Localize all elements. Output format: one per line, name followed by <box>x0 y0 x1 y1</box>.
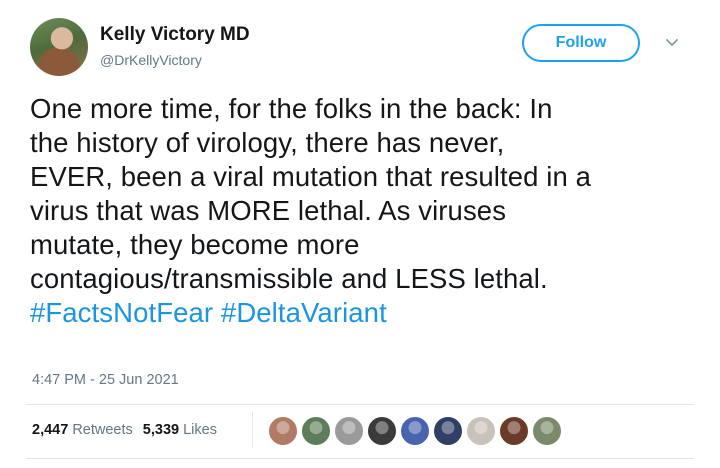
likes-label: Likes <box>183 422 217 438</box>
avatar-7-liker[interactable] <box>466 416 496 446</box>
divider <box>26 404 694 405</box>
retweets-stat[interactable]: 2,447 Retweets <box>32 422 133 438</box>
avatar-8-liker[interactable] <box>499 416 529 446</box>
retweets-label: Retweets <box>72 422 133 438</box>
author-name[interactable]: Kelly Victory MD <box>100 24 250 46</box>
avatar-9-liker[interactable] <box>532 416 562 446</box>
tweet-line: virus that was MORE lethal. As viruses <box>30 195 507 226</box>
hashtag-link[interactable]: #DeltaVariant <box>221 297 387 328</box>
avatar-6-liker[interactable] <box>433 416 463 446</box>
avatar-4-liker[interactable] <box>367 416 397 446</box>
avatar-2-liker[interactable] <box>301 416 331 446</box>
tweet-timestamp[interactable]: 4:47 PM - 25 Jun 2021 <box>32 372 179 388</box>
avatar-5-liker[interactable] <box>400 416 430 446</box>
tweet-line: EVER, been a viral mutation that resulte… <box>30 161 592 192</box>
tweet-line: the history of virology, there has never… <box>30 127 505 158</box>
liker-avatars <box>268 416 562 446</box>
stats-separator <box>252 412 253 448</box>
follow-button[interactable]: Follow <box>522 24 640 62</box>
tweet-text: One more time, for the folks in the back… <box>30 92 700 330</box>
author-handle[interactable]: @DrKellyVictory <box>100 52 202 68</box>
hashtag-link[interactable]: #FactsNotFear <box>30 297 213 328</box>
likes-stat[interactable]: 5,339 Likes <box>143 422 217 438</box>
likes-count: 5,339 <box>142 422 180 438</box>
author-avatar[interactable] <box>30 18 88 76</box>
retweets-count: 2,447 <box>32 422 69 438</box>
tweet-header: Kelly Victory MD @DrKellyVictory Follow <box>26 14 694 80</box>
tweet-line: mutate, they become more <box>30 229 360 260</box>
tweet-line: contagious/transmissible and LESS lethal… <box>30 263 548 294</box>
tweet-card: Kelly Victory MD @DrKellyVictory Follow … <box>0 0 720 468</box>
tweet-line: One more time, for the folks in the back… <box>30 93 553 124</box>
avatar-1-liker[interactable] <box>268 416 298 446</box>
avatar-3-liker[interactable] <box>334 416 364 446</box>
divider <box>26 458 694 459</box>
tweet-stats: 2,447 Retweets 5,339 Likes <box>32 422 217 438</box>
chevron-down-icon[interactable] <box>662 32 682 52</box>
